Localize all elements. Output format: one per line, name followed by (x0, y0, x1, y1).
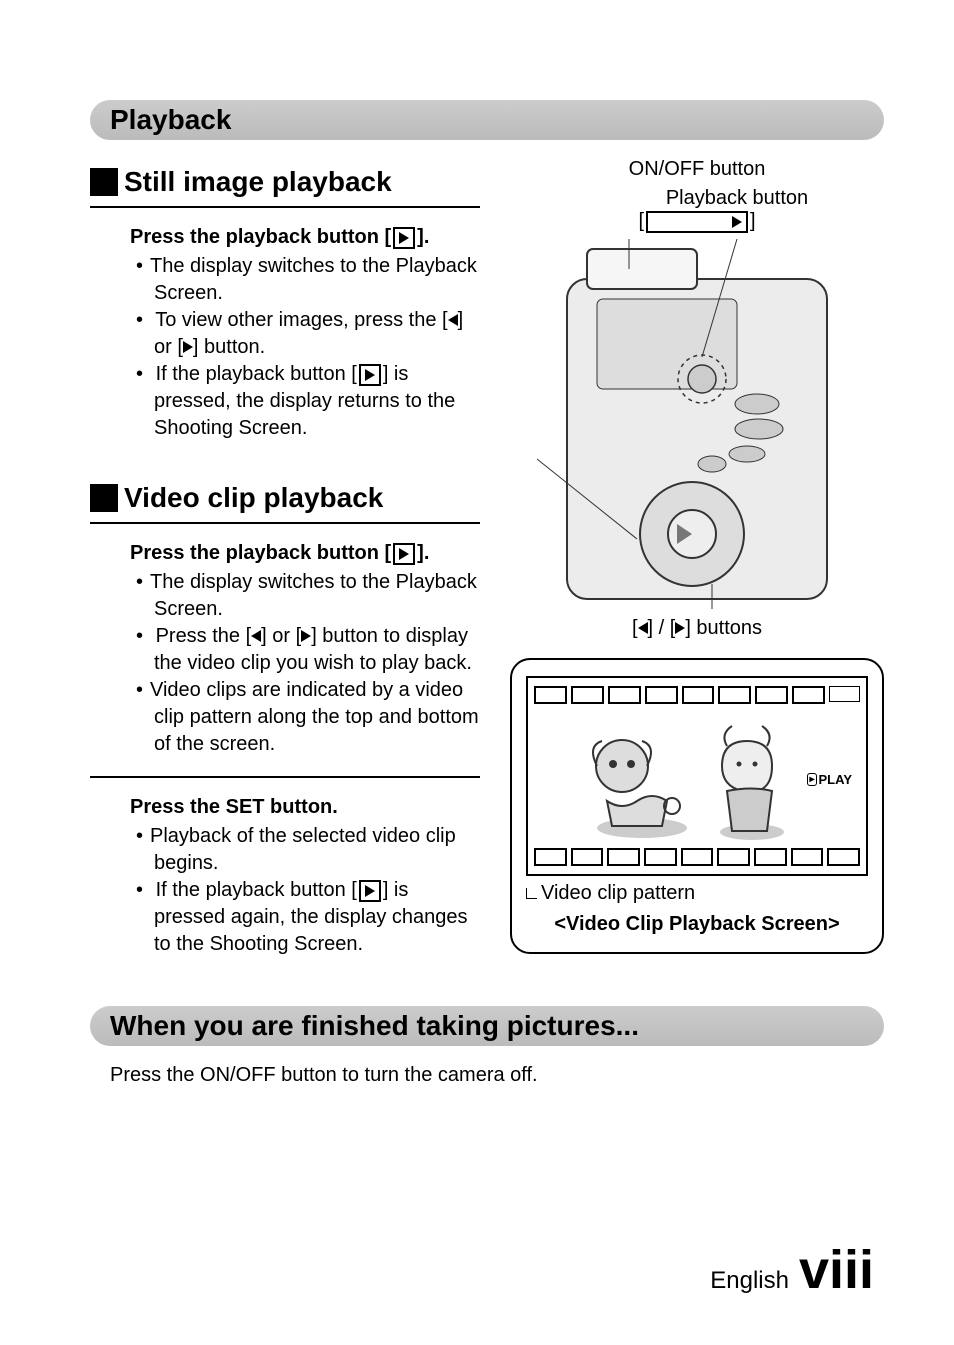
video-clip-illustration (567, 706, 827, 846)
still-step-head: Press the playback button [ ]. (130, 226, 480, 249)
section-bar-playback: Playback (90, 100, 884, 140)
section-title: Playback (110, 104, 231, 135)
left-arrow-icon (638, 622, 648, 634)
subhead-video: Video clip playback (90, 482, 480, 514)
play-icon (393, 543, 415, 565)
lr-buttons-label: [] / [] buttons (510, 617, 884, 640)
subhead-rule (90, 522, 480, 524)
play-icon (646, 211, 748, 233)
video-step2-bullets: Playback of the selected video clip begi… (130, 823, 480, 958)
finished-text: Press the ON/OFF button to turn the came… (110, 1064, 884, 1087)
video-step1-head: Press the playback button [ ]. (130, 542, 480, 565)
footer-lang: English (710, 1267, 789, 1295)
section-bar-finished: When you are finished taking pictures... (90, 1006, 884, 1046)
video-clip-pattern-top (534, 686, 860, 704)
section-title-finished: When you are finished taking pictures... (110, 1010, 639, 1041)
still-bullet-2: To view other images, press the [] or []… (154, 307, 480, 361)
step-rule (90, 776, 480, 778)
video-step2-head: Press the SET button. (130, 796, 480, 819)
video-clip-pattern-bottom (534, 848, 860, 866)
play-icon (359, 364, 381, 386)
page-footer: English viii (710, 1239, 874, 1301)
left-arrow-icon (251, 630, 261, 642)
still-bullets: The display switches to the Playback Scr… (130, 253, 480, 442)
right-arrow-icon (183, 341, 193, 353)
video-s1-b1: The display switches to the Playback Scr… (154, 569, 480, 623)
play-indicator: ▸ PLAY (807, 772, 852, 787)
subhead-rule (90, 206, 480, 208)
video-s1-b3: Video clips are indicated by a video cli… (154, 677, 480, 758)
square-icon (90, 484, 118, 512)
video-s1-b2: Press the [] or [] button to display the… (154, 623, 480, 677)
video-clip-playback-box: ▸ PLAY Video clip pattern <Video Clip Pl… (510, 658, 884, 954)
video-screen-caption: <Video Clip Playback Screen> (526, 913, 868, 936)
subhead-video-text: Video clip playback (124, 482, 383, 514)
video-s2-b1: Playback of the selected video clip begi… (154, 823, 480, 877)
video-s2-b2: If the playback button [] is pressed aga… (154, 877, 480, 958)
video-pattern-label: Video clip pattern (526, 882, 868, 905)
left-arrow-icon (448, 314, 458, 326)
camera-diagram (537, 239, 857, 609)
play-icon (393, 227, 415, 249)
footer-page: viii (799, 1239, 874, 1301)
right-arrow-icon (301, 630, 311, 642)
still-bullet-3: If the playback button [] is pressed, th… (154, 361, 480, 442)
subhead-still-text: Still image playback (124, 166, 392, 198)
video-clip-screen: ▸ PLAY (526, 676, 868, 876)
playback-btn-label: Playback button [] (510, 187, 884, 233)
right-arrow-icon (675, 622, 685, 634)
square-icon (90, 168, 118, 196)
onoff-label: ON/OFF button (510, 158, 884, 181)
subhead-still: Still image playback (90, 166, 480, 198)
video-step1-bullets: The display switches to the Playback Scr… (130, 569, 480, 758)
play-icon (359, 880, 381, 902)
still-bullet-1: The display switches to the Playback Scr… (154, 253, 480, 307)
